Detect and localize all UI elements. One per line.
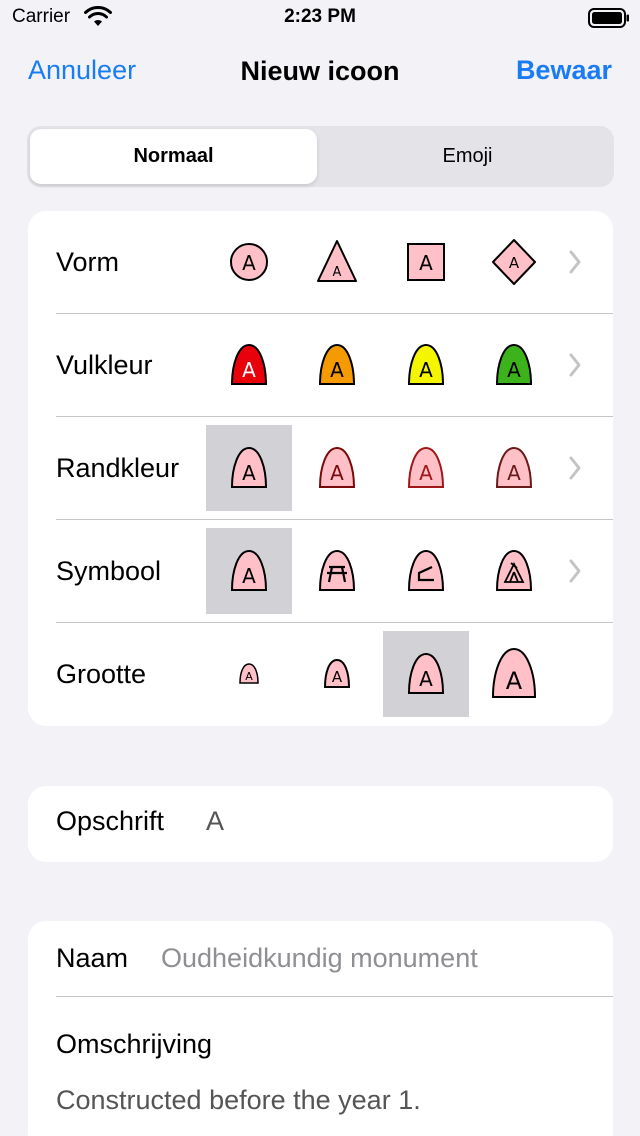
- svg-text:A: A: [333, 265, 342, 280]
- chevron-right-icon: [569, 559, 581, 583]
- border-color-label: Randkleur: [56, 453, 180, 483]
- size-option-small[interactable]: A: [294, 631, 380, 717]
- size-option-large[interactable]: A: [471, 631, 557, 717]
- label-input[interactable]: A: [206, 806, 224, 837]
- description-input[interactable]: Constructed before the year 1.: [56, 1085, 421, 1116]
- fill-color-row[interactable]: Vulkleur A A A A: [28, 314, 613, 417]
- symbol-option-letter[interactable]: A: [206, 528, 292, 614]
- name-input[interactable]: Oudheidkundig monument: [161, 943, 478, 974]
- svg-text:A: A: [332, 668, 343, 686]
- chevron-right-icon: [569, 250, 581, 274]
- mode-segmented-control: Normaal Emoji: [27, 126, 614, 187]
- status-bar: Carrier 2:23 PM: [0, 0, 640, 40]
- picnic-table-icon[interactable]: [294, 528, 380, 614]
- svg-text:A: A: [419, 667, 433, 691]
- svg-text:A: A: [507, 358, 521, 382]
- segment-emoji[interactable]: Emoji: [324, 129, 611, 184]
- size-option-medium[interactable]: A: [383, 631, 469, 717]
- status-time: 2:23 PM: [284, 6, 356, 27]
- svg-text:A: A: [242, 461, 256, 485]
- shape-option-triangle[interactable]: A: [294, 219, 380, 305]
- save-button[interactable]: Bewaar: [516, 55, 612, 86]
- svg-text:A: A: [509, 254, 520, 272]
- svg-text:A: A: [242, 251, 256, 275]
- chevron-right-icon: [569, 456, 581, 480]
- description-field-title: Omschrijving: [56, 1029, 213, 1059]
- svg-text:A: A: [330, 461, 344, 485]
- svg-text:A: A: [507, 461, 521, 485]
- size-label: Grootte: [56, 659, 147, 689]
- shape-option-diamond[interactable]: A: [471, 219, 557, 305]
- label-field-title: Opschrift: [56, 806, 165, 836]
- border-color-row[interactable]: Randkleur A A A A: [28, 417, 613, 520]
- name-card: Naam Oudheidkundig monument Omschrijving…: [28, 921, 613, 1136]
- svg-text:A: A: [419, 251, 433, 275]
- svg-text:A: A: [419, 461, 433, 485]
- border-option-black[interactable]: A: [206, 425, 292, 511]
- svg-text:A: A: [419, 358, 433, 382]
- shape-option-circle[interactable]: A: [206, 219, 292, 305]
- size-row[interactable]: Grootte A A A A: [28, 623, 613, 726]
- battery-icon: [588, 8, 629, 28]
- shape-label: Vorm: [56, 247, 120, 277]
- ramp-icon[interactable]: [383, 528, 469, 614]
- fill-option-red[interactable]: A: [206, 322, 292, 408]
- svg-text:A: A: [242, 358, 256, 382]
- shape-option-square[interactable]: A: [383, 219, 469, 305]
- fill-color-label: Vulkleur: [56, 350, 153, 380]
- fill-option-yellow[interactable]: A: [383, 322, 469, 408]
- svg-text:A: A: [242, 564, 256, 588]
- svg-text:A: A: [245, 670, 253, 683]
- svg-text:A: A: [506, 667, 523, 695]
- shape-row[interactable]: Vorm A A A A: [28, 211, 613, 314]
- svg-text:A: A: [330, 358, 344, 382]
- chevron-right-icon: [569, 353, 581, 377]
- fill-option-green[interactable]: A: [471, 322, 557, 408]
- size-option-extra-small[interactable]: A: [206, 631, 292, 717]
- icon-style-card: Vorm A A A A Vulkleur A A A A Randkleur …: [28, 211, 613, 726]
- symbol-row[interactable]: Symbool A: [28, 520, 613, 623]
- segment-normal[interactable]: Normaal: [30, 129, 317, 184]
- tent-icon[interactable]: [471, 528, 557, 614]
- border-option-brown[interactable]: A: [471, 425, 557, 511]
- label-card: Opschrift A: [28, 786, 613, 862]
- symbol-label: Symbool: [56, 556, 162, 586]
- fill-option-orange[interactable]: A: [294, 322, 380, 408]
- border-option-dark-red[interactable]: A: [294, 425, 380, 511]
- name-field-title: Naam: [56, 943, 129, 973]
- border-option-red[interactable]: A: [383, 425, 469, 511]
